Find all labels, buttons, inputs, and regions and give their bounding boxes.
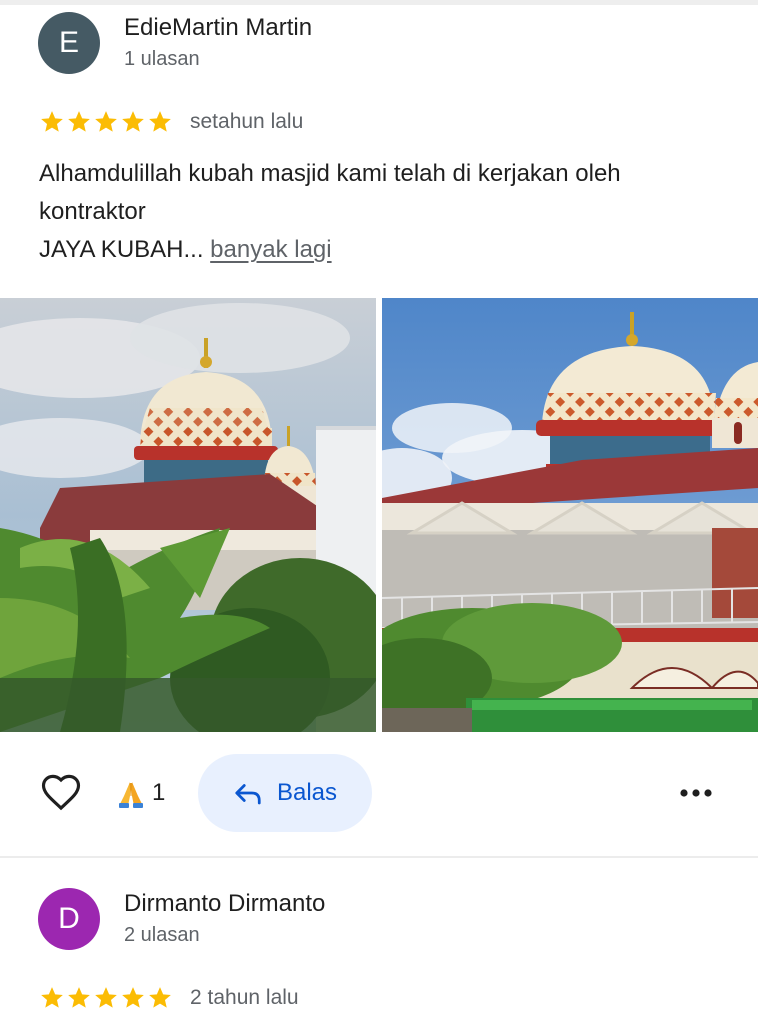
star-icon bbox=[122, 987, 144, 1008]
review-divider bbox=[0, 856, 758, 858]
avatar-initial: E bbox=[58, 26, 79, 59]
star-icon bbox=[68, 111, 90, 132]
review-text-line-last: JAYA KUBAH... banyak lagi bbox=[39, 231, 739, 269]
review-actions: 1 Balas bbox=[0, 754, 758, 832]
reaction-button[interactable]: 1 bbox=[114, 776, 165, 810]
star-icon bbox=[149, 987, 171, 1008]
star-icon bbox=[149, 111, 171, 132]
author-name[interactable]: Dirmanto Dirmanto bbox=[124, 890, 325, 918]
star-icon bbox=[41, 111, 63, 132]
rating-stars bbox=[39, 109, 174, 135]
review-date: setahun lalu bbox=[190, 110, 304, 133]
reply-label: Balas bbox=[276, 779, 338, 806]
review-text: Alhamdulillah kubah masjid kami telah di… bbox=[39, 155, 739, 269]
review-photo[interactable] bbox=[382, 298, 758, 732]
reaction-count: 1 bbox=[152, 779, 166, 806]
top-divider bbox=[0, 0, 758, 5]
review-date: 2 tahun lalu bbox=[190, 986, 299, 1009]
reply-arrow-icon bbox=[235, 784, 261, 805]
review-photo[interactable] bbox=[0, 298, 376, 732]
heart-outline-icon[interactable] bbox=[40, 772, 82, 814]
more-horizontal-icon[interactable] bbox=[676, 778, 716, 808]
star-icon bbox=[95, 111, 117, 132]
avatar-initial: D bbox=[58, 902, 80, 935]
star-icon bbox=[95, 987, 117, 1008]
star-icon bbox=[41, 987, 63, 1008]
author-avatar[interactable]: E bbox=[38, 12, 100, 74]
folded-hands-icon bbox=[119, 782, 143, 808]
rating-stars bbox=[39, 985, 174, 1011]
star-icon bbox=[122, 111, 144, 132]
reply-button[interactable]: Balas bbox=[198, 754, 372, 832]
author-avatar[interactable]: D bbox=[38, 888, 100, 950]
author-name[interactable]: EdieMartin Martin bbox=[124, 14, 312, 42]
review-text-line: Alhamdulillah kubah masjid kami telah di… bbox=[39, 160, 621, 187]
author-review-count: 1 ulasan bbox=[124, 48, 200, 70]
star-icon bbox=[68, 987, 90, 1008]
read-more-link[interactable]: banyak lagi bbox=[210, 236, 331, 263]
review-text-line: kontraktor bbox=[39, 198, 146, 225]
author-review-count: 2 ulasan bbox=[124, 924, 200, 946]
review-text-line: JAYA KUBAH... bbox=[39, 236, 204, 263]
